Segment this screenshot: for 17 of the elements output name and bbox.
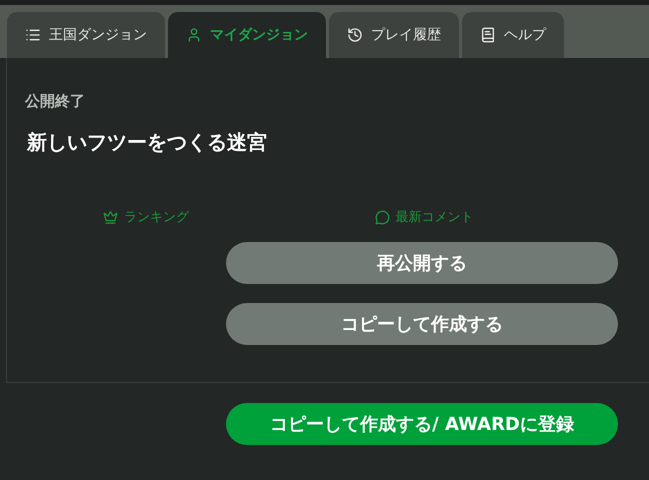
- crown-icon: [103, 210, 118, 224]
- book-icon: [480, 27, 496, 43]
- tab[interactable]: ヘルプ: [462, 12, 564, 58]
- tab[interactable]: プレイ履歴: [329, 12, 459, 58]
- action-button[interactable]: コピーして作成する: [226, 303, 618, 345]
- tab[interactable]: マイダンジョン: [168, 12, 326, 58]
- history-icon: [347, 27, 363, 43]
- link[interactable]: ランキング: [7, 208, 285, 226]
- status-label: 公開終了: [25, 92, 86, 111]
- copy-award-button[interactable]: コピーして作成する/ AWARDに登録: [226, 403, 618, 445]
- user-icon: [186, 27, 202, 43]
- action-button[interactable]: 再公開する: [226, 242, 618, 284]
- tab[interactable]: 王国ダンジョン: [7, 12, 165, 58]
- dungeon-title: 新しいフツーをつくる迷宮: [27, 129, 268, 156]
- speech-bubble-icon: [374, 210, 390, 224]
- list-icon: [25, 27, 41, 43]
- link[interactable]: 最新コメント: [285, 208, 563, 226]
